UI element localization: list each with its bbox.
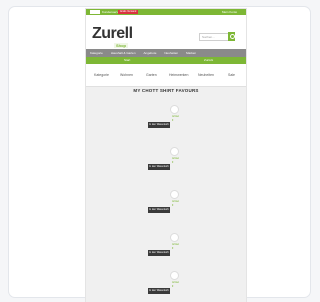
- product-name[interactable]: Artikel: [172, 243, 179, 246]
- search-icon: [229, 34, 235, 39]
- product-item: Artikel € In den Warenkorb: [86, 105, 246, 149]
- product-price: €: [172, 247, 174, 250]
- category-link[interactable]: Neuheiten: [198, 73, 214, 77]
- nav-item-new[interactable]: Neuheiten: [160, 49, 182, 57]
- site-logo[interactable]: Zurell: [92, 25, 133, 43]
- product-name[interactable]: Artikel: [172, 200, 179, 203]
- main-navigation: Kategorie Haushalt & Garten Angebote Neu…: [86, 49, 246, 57]
- category-link[interactable]: Heimwerken: [169, 73, 188, 77]
- add-to-cart-button[interactable]: In den Warenkorb: [148, 207, 170, 213]
- product-name[interactable]: Artikel: [172, 157, 179, 160]
- add-to-cart-button[interactable]: In den Warenkorb: [148, 288, 170, 294]
- product-item: Artikel € In den Warenkorb: [86, 271, 246, 302]
- nav-item-offers[interactable]: Angebote: [140, 49, 161, 57]
- add-to-cart-button[interactable]: In den Warenkorb: [148, 250, 170, 256]
- product-item: Artikel € In den Warenkorb: [86, 147, 246, 191]
- product-price: €: [172, 204, 174, 207]
- promo-text: Gratis Versand: [119, 10, 137, 13]
- category-link[interactable]: Garten: [146, 73, 157, 77]
- promo-banner[interactable]: Gratis Versand: [118, 10, 138, 14]
- product-image[interactable]: [170, 147, 179, 156]
- sub-navigation: Start Zurück: [86, 57, 246, 64]
- page-title: MY CHOTT SHIRT FAVOURS: [133, 88, 199, 93]
- product-name[interactable]: Artikel: [172, 115, 179, 118]
- product-price: €: [172, 119, 174, 122]
- subnav-item-start[interactable]: Start: [124, 57, 130, 64]
- category-bar: Kategorie Wohnen Garten Heimwerken Neuhe…: [86, 64, 246, 87]
- category-link[interactable]: Sale: [228, 73, 235, 77]
- nav-item-brands[interactable]: Marken: [182, 49, 200, 57]
- product-image[interactable]: [170, 271, 179, 280]
- product-image[interactable]: [170, 233, 179, 242]
- category-link[interactable]: Wohnen: [120, 73, 133, 77]
- logo-subtitle: Shop: [114, 43, 128, 48]
- nav-item-home-garden[interactable]: Haushalt & Garten: [107, 49, 140, 57]
- nav-item-category[interactable]: Kategorie: [86, 49, 107, 57]
- category-link[interactable]: Kategorie: [94, 73, 109, 77]
- product-image[interactable]: [170, 190, 179, 199]
- subnav-item-back[interactable]: Zurück: [204, 57, 213, 64]
- product-image[interactable]: [170, 105, 179, 114]
- add-to-cart-button[interactable]: In den Warenkorb: [148, 164, 170, 170]
- site-header: Zurell Shop Suchen...: [86, 15, 246, 49]
- top-bar-badge: [90, 10, 100, 14]
- search-button[interactable]: [228, 32, 235, 41]
- product-item: Artikel € In den Warenkorb: [86, 190, 246, 234]
- page-screenshot: Kundenservice Gratis Versand Mein Konto …: [86, 9, 246, 302]
- product-price: €: [172, 285, 174, 288]
- product-price: €: [172, 161, 174, 164]
- add-to-cart-button[interactable]: In den Warenkorb: [148, 122, 170, 128]
- product-name[interactable]: Artikel: [172, 281, 179, 284]
